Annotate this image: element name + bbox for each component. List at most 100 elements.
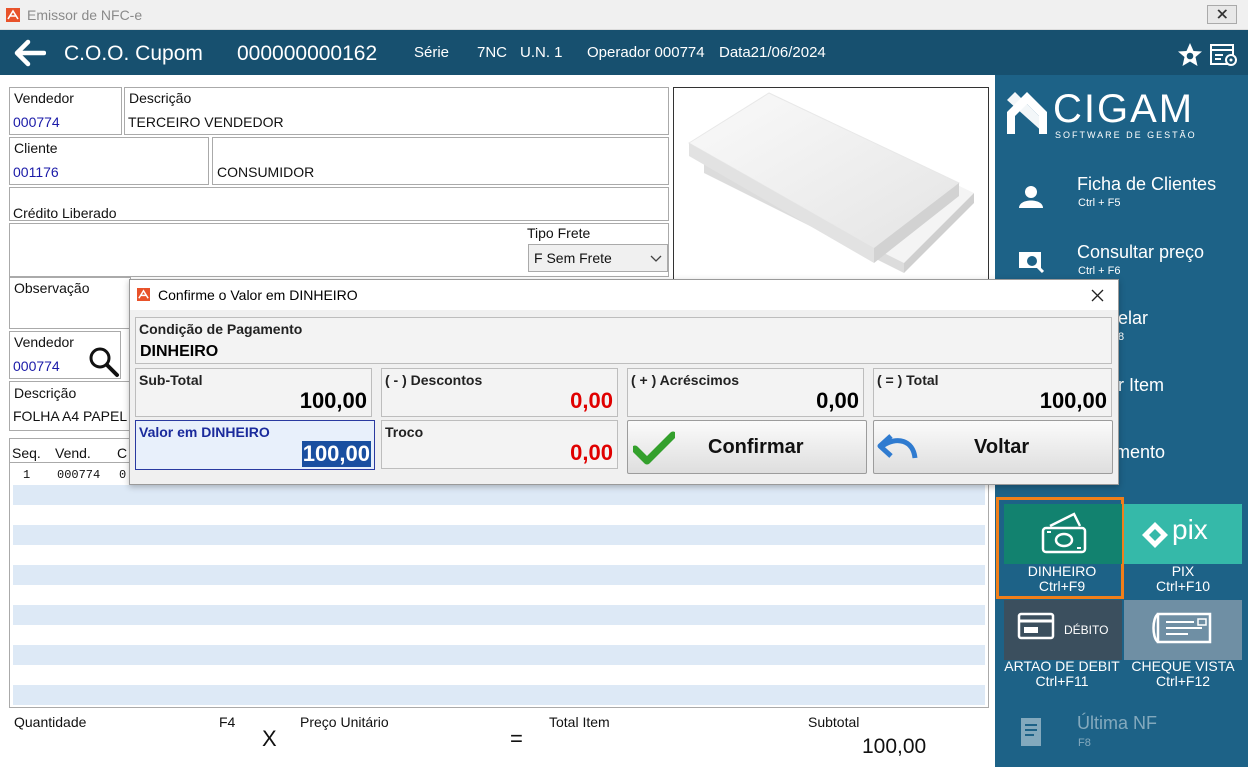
app-icon xyxy=(137,288,150,301)
dinheiro-tile[interactable] xyxy=(1004,504,1122,564)
table-stripe xyxy=(13,685,985,705)
close-icon xyxy=(1217,9,1227,19)
descontos-label: ( - ) Descontos xyxy=(385,372,483,388)
sidebar-item-ficha-clientes[interactable]: Ficha de Clientes Ctrl + F5 xyxy=(995,170,1248,220)
condicao-pagamento-field: Condição de Pagamento DINHEIRO xyxy=(135,317,1112,364)
descricao-value: TERCEIRO VENDEDOR xyxy=(128,114,284,130)
quantidade-label: Quantidade xyxy=(14,714,87,730)
equals-sign: = xyxy=(510,726,523,751)
window-titlebar: Emissor de NFC-e xyxy=(0,0,1248,30)
cliente-label: Cliente xyxy=(14,140,58,156)
un-label: U.N. 1 xyxy=(520,44,563,61)
user-icon xyxy=(1019,186,1043,208)
app-icon xyxy=(6,8,20,22)
confirm-dialog: Confirme o Valor em DINHEIRO Condição de… xyxy=(129,279,1119,485)
pix-diamond-icon xyxy=(1142,522,1168,548)
sidebar-item-ultima-nf[interactable]: Última NF F8 xyxy=(995,707,1248,757)
total-label: ( = ) Total xyxy=(877,372,939,388)
vendedor2-label: Vendedor xyxy=(14,334,74,350)
tipo-frete-select[interactable]: F Sem Frete xyxy=(528,244,668,272)
debito-shortcut: Ctrl+F11 xyxy=(1035,673,1089,689)
tipo-frete-value: F Sem Frete xyxy=(534,250,612,266)
acrescimos-field: ( + ) Acréscimos 0,00 xyxy=(627,368,864,417)
acrescimos-value: 0,00 xyxy=(816,388,859,413)
star-gear-icon[interactable] xyxy=(1176,42,1204,68)
back-arrow-icon[interactable] xyxy=(12,39,46,67)
col-c: C xyxy=(117,445,128,461)
vendedor-value: 000774 xyxy=(13,114,60,130)
cliente-nome-box: CONSUMIDOR xyxy=(212,137,669,185)
table-stripe xyxy=(13,485,985,505)
total-field: ( = ) Total 100,00 xyxy=(873,368,1112,417)
descricao2-label: Descrição xyxy=(14,385,77,401)
credito-label: Crédito Liberado xyxy=(13,205,117,221)
cliente-box[interactable]: Cliente 001176 xyxy=(9,137,209,185)
descricao-box: Descrição TERCEIRO VENDEDOR xyxy=(124,87,669,135)
sidebar-item-label: Última NF xyxy=(1077,713,1157,733)
card-icon xyxy=(1017,612,1055,640)
vendedor2-box[interactable]: Vendedor 000774 xyxy=(9,331,121,379)
debito-tile[interactable]: DÉBITO xyxy=(1004,600,1122,660)
subtotal-value: 100,00 xyxy=(862,735,927,758)
pix-logo: pix xyxy=(1172,514,1208,545)
confirmar-label: Confirmar xyxy=(708,436,804,458)
sidebar-item-shortcut: Ctrl + F5 xyxy=(1078,197,1121,209)
troco-label: Troco xyxy=(385,424,424,440)
cheque-icon xyxy=(1152,612,1212,644)
sidebar-item-shortcut: Ctrl + F6 xyxy=(1078,265,1121,277)
row-vend: 000774 xyxy=(57,468,101,482)
settings-window-icon[interactable] xyxy=(1209,42,1239,68)
serie-label: Série xyxy=(414,44,450,61)
dinheiro-label: DINHEIRO xyxy=(1027,563,1097,579)
row-seq: 1 xyxy=(23,468,31,482)
money-icon xyxy=(1041,512,1087,554)
cheque-label: CHEQUE VISTA xyxy=(1131,658,1235,674)
voltar-button[interactable]: Voltar xyxy=(873,420,1113,474)
subtotal-field: Sub-Total 100,00 xyxy=(135,368,372,417)
price-search-icon xyxy=(1019,252,1045,274)
operador-label: Operador 000774 xyxy=(587,44,705,61)
sidebar-item-label: Ficha de Clientes xyxy=(1077,174,1217,194)
dialog-titlebar: Confirme o Valor em DINHEIRO xyxy=(130,280,1118,310)
cigam-logo: CIGAM xyxy=(1053,87,1195,131)
subtotal-label: Subtotal xyxy=(808,714,860,730)
troco-field: Troco 0,00 xyxy=(381,420,618,469)
pix-tile[interactable]: pix xyxy=(1124,504,1242,564)
col-vend: Vend. xyxy=(55,445,91,461)
vendedor-box[interactable]: Vendedor 000774 xyxy=(9,87,122,135)
valor-dinheiro-input[interactable]: Valor em DINHEIRO 100,00 xyxy=(135,420,375,470)
search-icon[interactable] xyxy=(88,346,120,378)
document-icon xyxy=(1021,718,1041,746)
descontos-value: 0,00 xyxy=(570,388,613,413)
cheque-tile[interactable] xyxy=(1124,600,1242,660)
cigam-logo-sub: SOFTWARE DE GESTÃO xyxy=(1055,130,1197,140)
descricao2-box: Descrição FOLHA A4 PAPEL xyxy=(9,381,131,431)
condicao-label: Condição de Pagamento xyxy=(139,321,303,337)
coo-label: C.O.O. Cupom xyxy=(64,42,203,65)
acrescimos-label: ( + ) Acréscimos xyxy=(631,372,740,388)
table-stripe xyxy=(13,565,985,585)
condicao-value: DINHEIRO xyxy=(140,343,219,360)
pix-shortcut: Ctrl+F10 xyxy=(1155,578,1211,594)
subtotal-value: 100,00 xyxy=(299,388,367,413)
observacao-box[interactable]: Observação xyxy=(9,277,131,329)
col-seq: Seq. xyxy=(12,445,41,461)
debito-label: ARTAO DE DEBIT xyxy=(1004,659,1120,674)
preco-unitario-label: Preço Unitário xyxy=(300,714,389,730)
voltar-label: Voltar xyxy=(974,436,1030,458)
product-image xyxy=(673,87,989,282)
cliente-nome: CONSUMIDOR xyxy=(217,164,315,180)
subtotal-label: Sub-Total xyxy=(139,372,203,388)
table-stripe xyxy=(13,645,985,665)
confirmar-button[interactable]: Confirmar xyxy=(627,420,867,474)
coo-number: 000000000162 xyxy=(237,42,378,65)
window-close-button[interactable] xyxy=(1207,5,1237,24)
undo-arrow-icon xyxy=(877,434,918,459)
sidebar-item-label: Consultar preço xyxy=(1077,242,1205,262)
descontos-field: ( - ) Descontos 0,00 xyxy=(381,368,618,417)
pix-label: PIX xyxy=(1171,563,1195,579)
sidebar-item-label: r Item xyxy=(1118,375,1165,395)
serie-value: 7NC xyxy=(477,44,508,61)
descricao2-value: FOLHA A4 PAPEL xyxy=(13,408,128,424)
close-icon[interactable] xyxy=(1091,289,1104,302)
